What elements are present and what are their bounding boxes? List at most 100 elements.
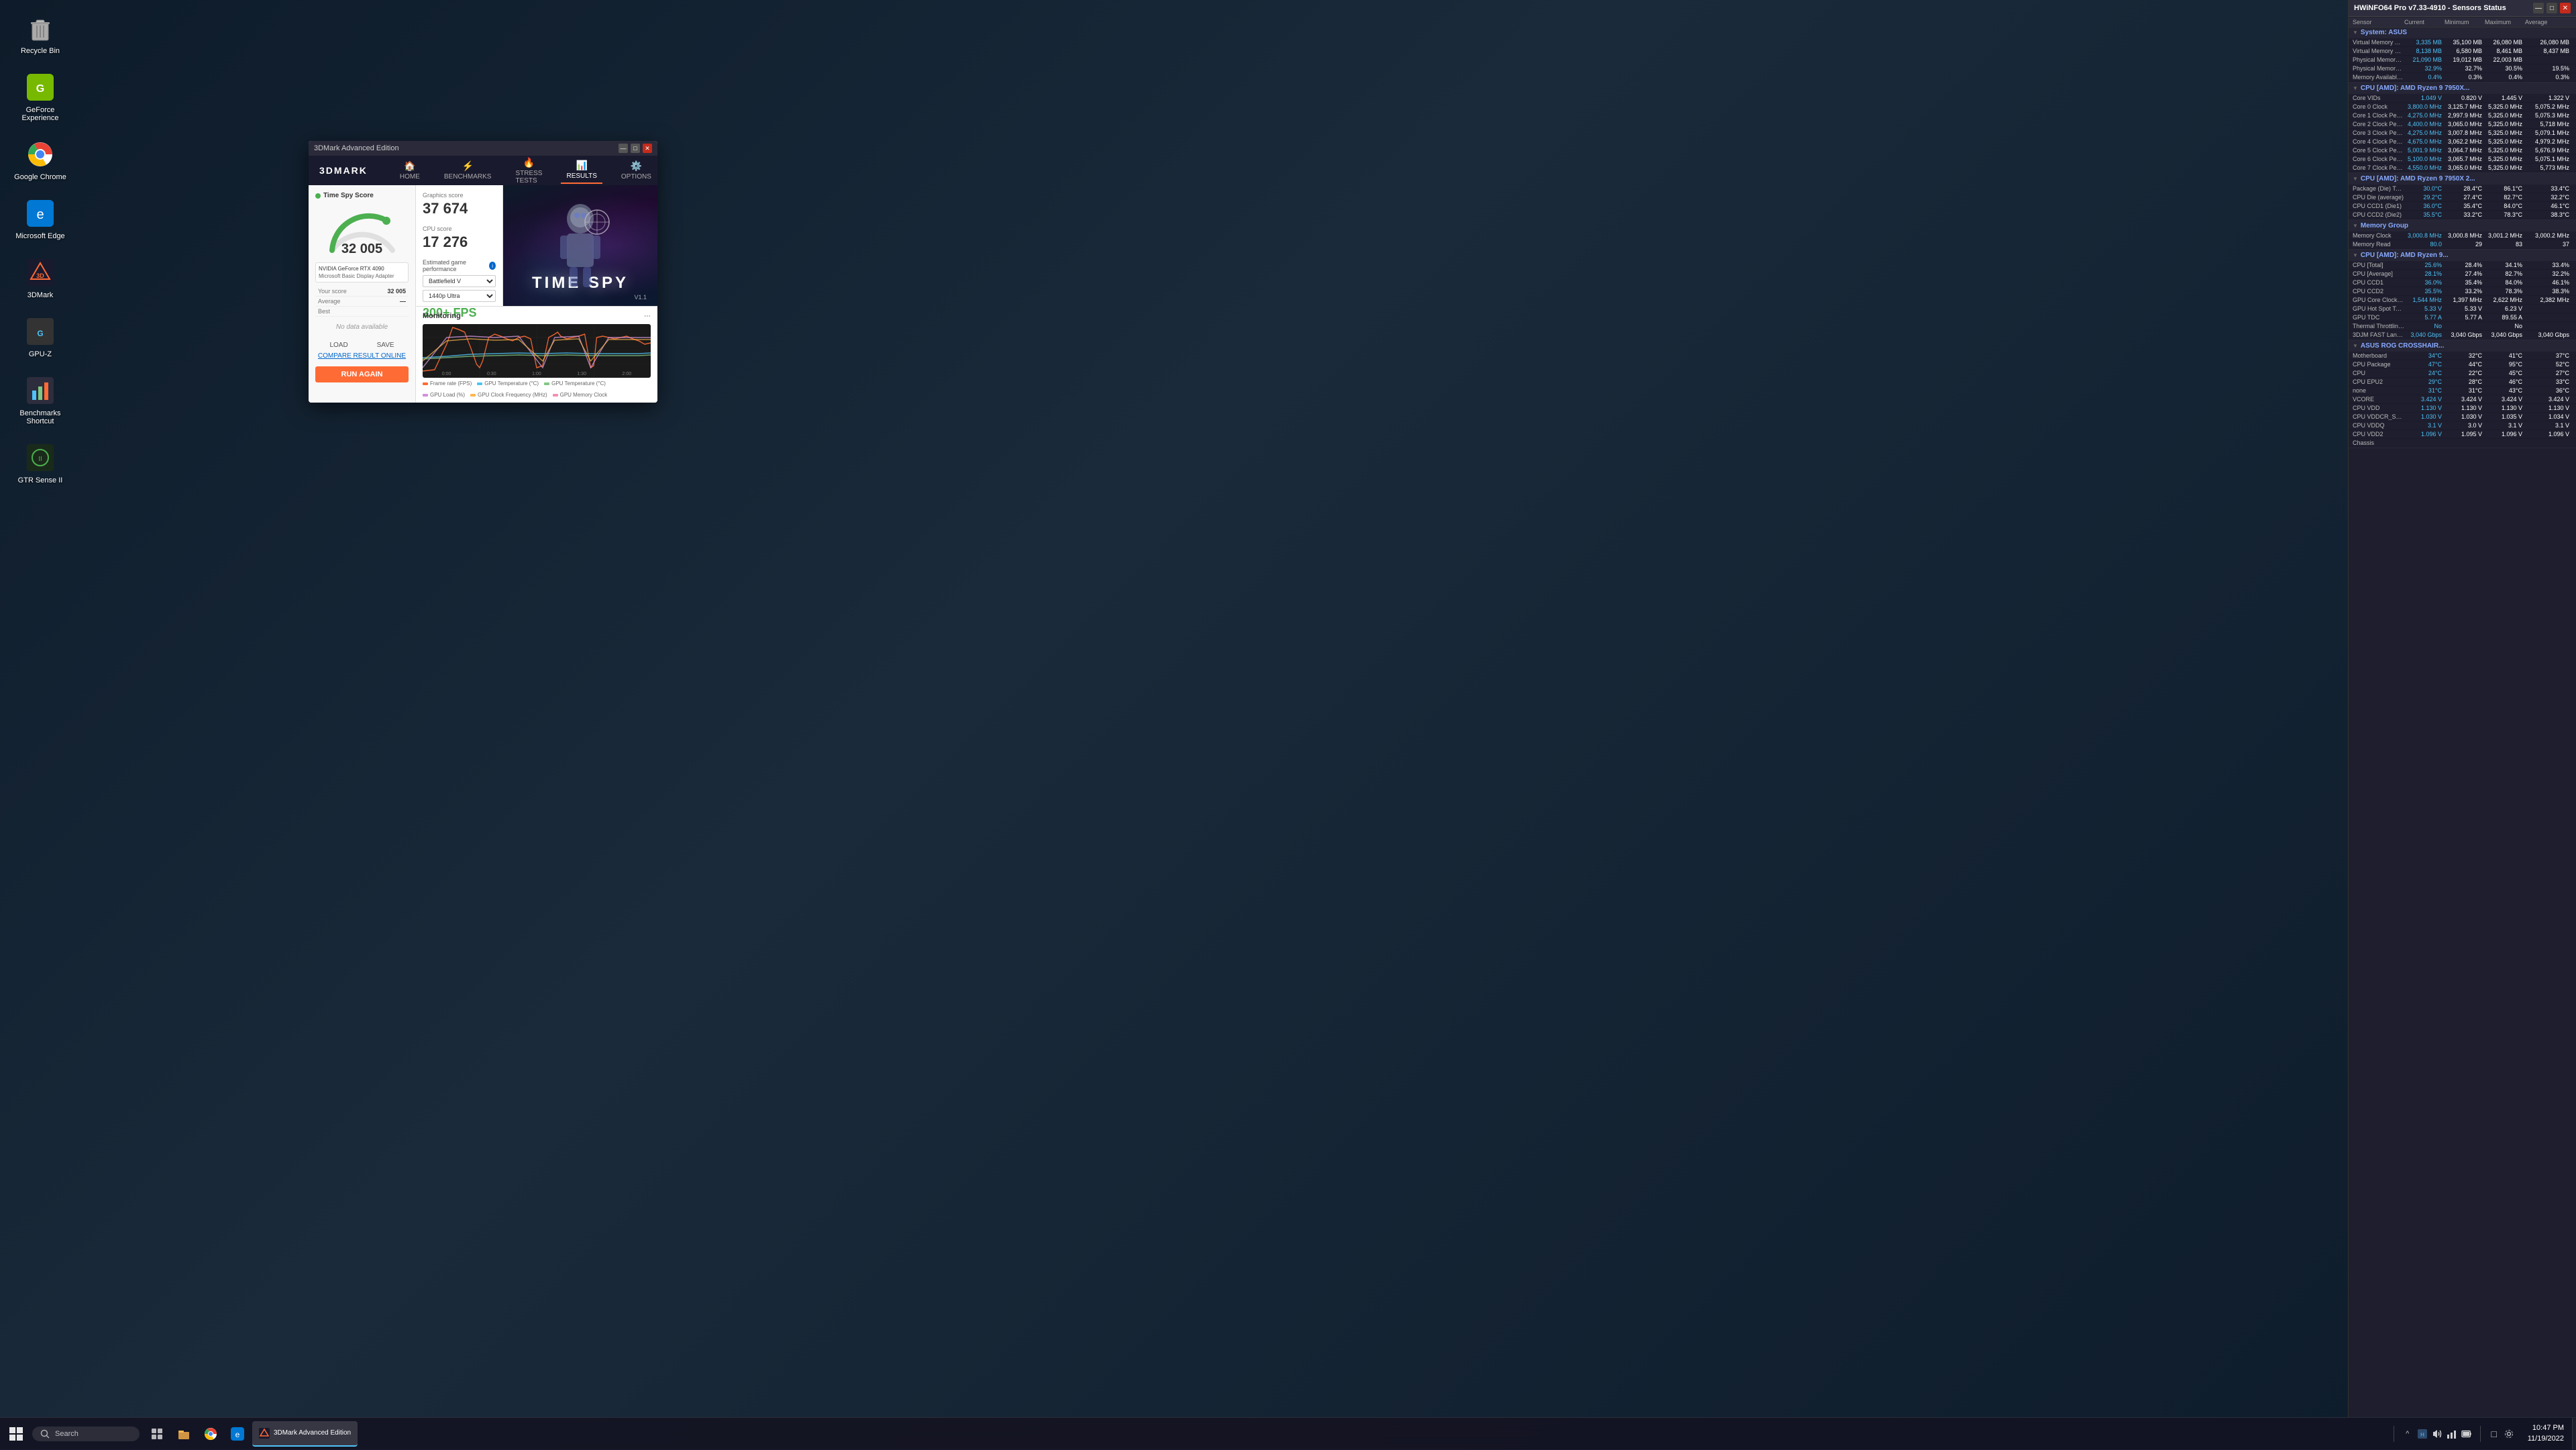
taskbar-search[interactable]: Search [32,1427,140,1441]
benchmarks-label: Benchmarks Shortcut [7,409,74,425]
speaker-tray-icon[interactable] [2432,1429,2443,1439]
desktop-icon-gpuz[interactable]: G GPU-Z [3,310,77,364]
score-gauge: 32 005 [322,203,402,257]
collapse-cpu-temps-arrow[interactable]: ▼ [2353,176,2358,182]
hwinfo-icon: H [2418,1429,2427,1439]
hwinfo-row: Physical Memory Load 32.9% 32.7% 30.5% 1… [2349,64,2576,73]
start-button[interactable] [0,1418,32,1450]
estimated-game-section: Estimated game performance i [423,259,496,272]
desktop-icon-3dmark[interactable]: 3D 3DMark [3,251,77,305]
task-view-button[interactable] [145,1422,169,1446]
taskbar-edge[interactable]: e [225,1422,250,1446]
nav-options[interactable]: ⚙️ OPTIONS [616,158,657,183]
minimize-button[interactable]: — [619,144,628,153]
close-button[interactable]: ✕ [643,144,652,153]
options-icon: ⚙️ [631,160,642,172]
taskbar-clock: 10:47 PM 11/19/2022 [2528,1423,2564,1444]
taskbar-3dmark-icon [259,1428,270,1439]
average-value: — [400,298,406,305]
home-icon: 🏠 [404,160,415,172]
chart-svg [423,324,651,378]
col-average: Average [2525,19,2572,25]
game-dropdown[interactable]: Battlefield V Cyberpunk 2077 [423,275,496,287]
gpuz-icon: G [24,315,56,348]
display-adapter: Microsoft Basic Display Adapter [319,273,405,279]
desktop-icons: Recycle Bin G GeForce Experience [0,0,80,497]
collapse-gpu-arrow[interactable]: ▼ [2353,252,2358,258]
hwinfo-row: GPU TDC 5.77 A 5.77 A 89.55 A [2349,313,2576,322]
hwinfo-row: 3DJM FAST Lane Bandwidth 3,040 Gbps 3,04… [2349,331,2576,340]
tray-expand-button[interactable]: ^ [2402,1429,2413,1439]
nav-home[interactable]: 🏠 HOME [394,158,425,183]
nav-benchmarks[interactable]: ⚡ BENCHMARKS [439,158,497,183]
settings-icon[interactable] [2504,1429,2514,1439]
network-tray-icon[interactable] [2447,1429,2457,1439]
taskbar-clock-area[interactable]: 10:47 PM 11/19/2022 [2520,1423,2572,1444]
hwinfo-controls: — □ ✕ [2533,3,2571,13]
collapse-cpu-arrow[interactable]: ▼ [2353,85,2358,91]
collapse-system-arrow[interactable]: ▼ [2353,30,2358,36]
hwinfo-cpu-temps-header[interactable]: ▼ CPU [AMD]: AMD Ryzen 9 7950X 2... [2349,173,2576,185]
hwinfo-row: Virtual Memory Used 8,138 MB 6,580 MB 8,… [2349,47,2576,56]
resolution-dropdown[interactable]: 1440p Ultra 1080p High [423,290,496,302]
timespy-version: V1.1 [634,294,647,301]
test-name: Time Spy Score [323,192,374,199]
collapse-memory-arrow[interactable]: ▼ [2353,223,2358,229]
memory-section-label: Memory Group [2361,222,2408,229]
show-desktop-button[interactable] [2572,1418,2576,1449]
collapse-asus-arrow[interactable]: ▼ [2353,343,2358,349]
results-icon: 📊 [576,160,587,171]
taskbar-3dmark-label: 3DMark Advanced Edition [274,1429,351,1437]
hwinfo-cpu-header[interactable]: ▼ CPU [AMD]: AMD Ryzen 9 7950X... [2349,83,2576,94]
desktop-icon-gtrsense[interactable]: II GTR Sense II [3,436,77,490]
hwinfo-memory-section: ▼ Memory Group Memory Clock 3,000.8 MHz … [2349,220,2576,250]
svg-text:e: e [235,1430,240,1439]
benchmarks-icon [24,374,56,407]
battery-tray-icon[interactable] [2461,1429,2472,1439]
score-comparison: Your score 32 005 Average — Best [315,287,409,317]
hwinfo-row: CPU VDDCR_SOC 1.030 V 1.030 V 1.035 V 1.… [2349,413,2576,421]
svg-text:II: II [38,456,42,463]
taskbar-chrome[interactable] [199,1422,223,1446]
hwinfo-gpu-header[interactable]: ▼ CPU [AMD]: AMD Ryzen 9... [2349,250,2576,261]
action-center-icon[interactable]: □ [2489,1429,2500,1439]
3dmark-content: 3DMARK 🏠 HOME ⚡ BENCHMARKS 🔥 STRESS TEST… [309,156,657,403]
nav-stress-label: STRESS TESTS [515,170,542,185]
desktop-icon-recycle-bin[interactable]: Recycle Bin [3,7,77,60]
edge-label: Microsoft Edge [15,232,64,240]
run-again-button[interactable]: RUN AGAIN [315,366,409,382]
nav-results[interactable]: 📊 RESULTS [561,157,602,184]
cpu-temps-label: CPU [AMD]: AMD Ryzen 9 7950X 2... [2361,175,2475,183]
desktop-icon-geforce[interactable]: G GeForce Experience [3,66,77,127]
maximize-button[interactable]: □ [631,144,640,153]
desktop-icon-edge[interactable]: e Microsoft Edge [3,192,77,246]
hwinfo-column-headers: Sensor Current Minimum Maximum Average [2349,17,2576,28]
hwinfo-asus-header[interactable]: ▼ ASUS ROG CROSSHAIR... [2349,340,2576,352]
hwinfo-memory-header[interactable]: ▼ Memory Group [2349,220,2576,231]
legend-mem-clock: GPU Memory Clock [553,392,608,398]
hwinfo-close-btn[interactable]: ✕ [2560,3,2571,13]
monitoring-header: Monitoring ⋯ [423,312,651,320]
gpuz-label: GPU-Z [29,350,52,358]
hwinfo-tray-icon[interactable]: H [2417,1429,2428,1439]
info-icon[interactable]: i [489,262,496,270]
test-status-dot [315,193,321,199]
taskbar-3dmark-active[interactable]: 3DMark Advanced Edition [252,1421,358,1447]
nav-stress-tests[interactable]: 🔥 STRESS TESTS [510,156,547,187]
desktop-icon-benchmarks[interactable]: Benchmarks Shortcut [3,369,77,431]
hwinfo-maximize-btn[interactable]: □ [2546,3,2557,13]
compare-result-button[interactable]: COMPARE RESULT ONLINE [315,352,409,360]
cpu-section-label: CPU [AMD]: AMD Ryzen 9 7950X... [2361,85,2469,92]
hwinfo-row: none 31°C 31°C 43°C 36°C [2349,386,2576,395]
file-explorer-button[interactable] [172,1422,196,1446]
hwinfo-minimize-btn[interactable]: — [2533,3,2544,13]
hwinfo-system-header[interactable]: ▼ System: ASUS [2349,27,2576,38]
scores-panel: Graphics score 37 674 CPU score 17 276 E… [416,185,503,306]
desktop-icon-chrome[interactable]: Google Chrome [3,133,77,187]
monitoring-expand-icon[interactable]: ⋯ [644,313,651,320]
save-button[interactable]: SAVE [377,342,394,349]
load-button[interactable]: LOAD [329,342,347,349]
axis-label-4: 2:00 [623,372,632,376]
hwinfo-row: Core 3 Clock Perf # 4,275.0 MHz 3,007.8 … [2349,129,2576,138]
hwinfo-row: Core 5 Clock Perf # 5,001.9 MHz 3,064.7 … [2349,146,2576,155]
